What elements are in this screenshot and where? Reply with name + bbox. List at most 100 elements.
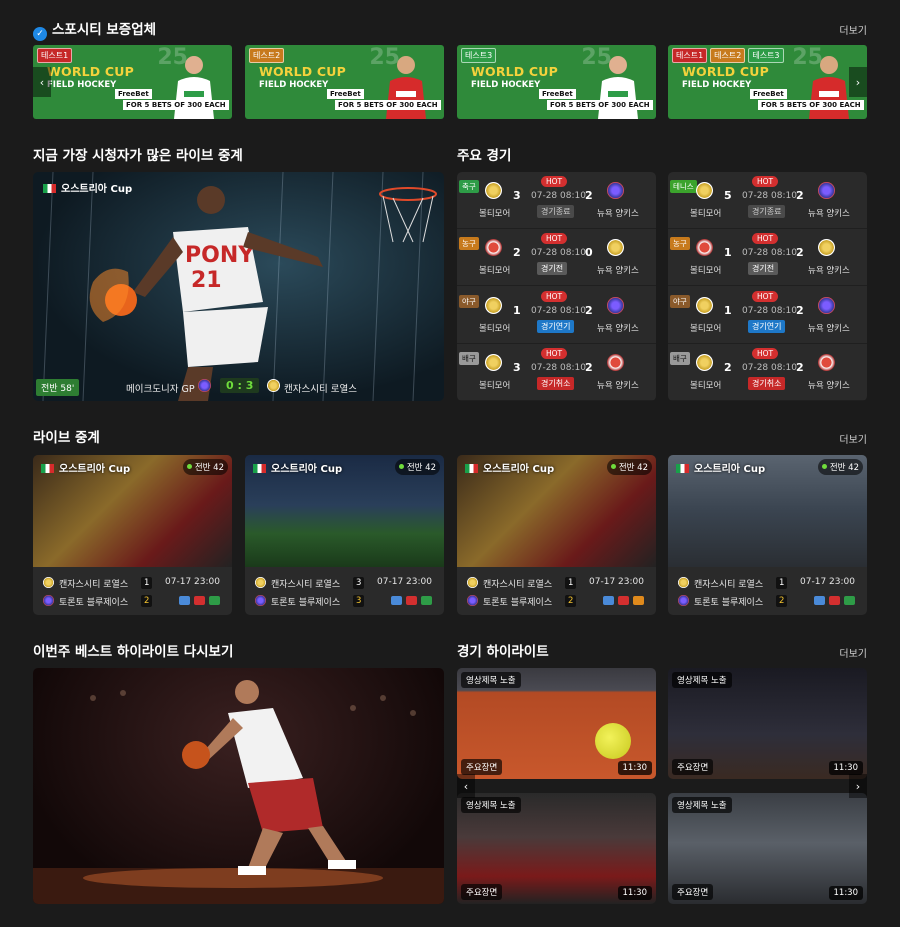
live-dot-icon — [186, 464, 192, 469]
away-team-logo-icon — [607, 296, 624, 314]
match-row[interactable]: 축구 3 HOT 07-28 08:10 경기종료 2 볼티모어 뉴욕 양키스 — [457, 172, 656, 229]
highlight-title-tag: 영상제목 노출 — [461, 672, 521, 688]
highlight-duration: 11:30 — [828, 886, 863, 900]
highlight-title-tag: 영상제목 노출 — [672, 797, 732, 813]
live-card[interactable]: 오스트리아 Cup 전반 42 캔자스시티 로열스 3 07-17 23:00 토론토 블… — [245, 455, 444, 615]
away-team-name: 뉴욕 양키스 — [808, 209, 850, 219]
sponsors-more-link[interactable]: 더보기 — [839, 22, 867, 37]
sponsor-banner[interactable]: 테스트1 테스트2 테스트3 WORLD CUP FIELD HOCKEY 25… — [668, 45, 867, 119]
match-row[interactable]: 농구 1 HOT 07-28 08:10 경기전 2 볼티모어 뉴욕 양키스 — [668, 229, 867, 287]
home-team-name: 볼티모어 — [479, 380, 511, 391]
team-logo-icon — [198, 379, 211, 392]
live-card[interactable]: 오스트리아 Cup 전반 42 캔자스시티 로열스 1 07-17 23:00 토론토 블… — [668, 455, 867, 615]
match-date: 07-28 08:10 — [742, 248, 797, 259]
home-team-name: 볼티모어 — [690, 209, 722, 219]
highlights-title: 경기 하이라이트 — [457, 644, 549, 660]
banner-freebet: FreeBet — [327, 89, 364, 99]
banner-sub: FIELD HOCKEY — [259, 80, 329, 90]
best-highlight-title: 이번주 베스트 하이라이트 다시보기 — [33, 644, 234, 660]
away-team-logo-icon — [607, 239, 624, 257]
highlights-more-link[interactable]: 더보기 — [839, 645, 867, 660]
prev-arrow-icon[interactable]: ‹ — [33, 67, 51, 97]
live-league: 오스트리아 Cup — [253, 460, 342, 475]
next-arrow-icon[interactable]: › — [849, 67, 867, 97]
next-arrow-icon[interactable]: › — [849, 774, 867, 798]
away-team-name: 토론토 블루제이스 — [483, 598, 553, 608]
sponsor-banner[interactable]: 테스트1 WORLD CUP FIELD HOCKEY 25 FreeBet F… — [33, 45, 232, 119]
highlight-card[interactable]: 영상제목 노출 주요장면 11:30 — [668, 668, 867, 779]
home-team-name: 볼티모어 — [479, 209, 511, 219]
banner-sub: FIELD HOCKEY — [682, 80, 752, 90]
live-time: 07-17 23:00 — [377, 577, 432, 587]
featured-league: 오스트리아 Cup — [43, 180, 132, 195]
match-status: 경기취소 — [537, 376, 575, 390]
jersey-icon — [814, 596, 825, 605]
home-team-logo-icon — [678, 577, 689, 588]
match-row[interactable]: 농구 2 HOT 07-28 08:10 경기전 0 볼티모어 뉴욕 양키스 — [457, 229, 656, 287]
match-row[interactable]: 야구 1 HOT 07-28 08:10 경기연기 2 볼티모어 뉴욕 양키스 — [668, 287, 867, 344]
banner-sub: FIELD HOCKEY — [47, 80, 117, 90]
home-team-name: 볼티모어 — [690, 323, 722, 334]
live-more-link[interactable]: 더보기 — [839, 431, 867, 446]
match-date: 07-28 08:10 — [742, 362, 797, 373]
home-team-logo-icon — [696, 182, 713, 199]
home-team-logo-icon — [696, 239, 713, 257]
away-score: 3 — [353, 595, 365, 607]
away-team-name: 토론토 블루제이스 — [271, 598, 341, 608]
hot-badge: HOT — [752, 290, 779, 302]
home-score: 3 — [353, 577, 365, 589]
hot-badge: HOT — [752, 347, 779, 359]
match-status: 경기전 — [537, 262, 568, 276]
home-team-name: 캔자스시티 로열스 — [271, 580, 341, 590]
highlight-duration: 11:30 — [617, 761, 652, 775]
home-team-logo-icon — [43, 577, 54, 588]
live-time: 07-17 23:00 — [800, 577, 855, 587]
league-name: 오스트리아 Cup — [59, 464, 131, 475]
italy-flag-icon — [253, 464, 266, 473]
home-team-name: 볼티모어 — [690, 266, 722, 277]
home-team-logo-icon — [696, 353, 713, 371]
banner-tag: 테스트2 — [710, 48, 746, 63]
away-team-logo-icon — [818, 353, 835, 371]
home-score: 3 — [513, 189, 521, 202]
match-row[interactable]: 야구 1 HOT 07-28 08:10 경기연기 2 볼티모어 뉴욕 양키스 — [457, 287, 656, 344]
live-card[interactable]: 오스트리아 Cup 전반 42 캔자스시티 로열스 1 07-17 23:00 토론토 블… — [33, 455, 232, 615]
highlight-duration: 11:30 — [828, 761, 863, 775]
home-score: 1 — [565, 577, 577, 589]
highlight-card[interactable]: 영상제목 노출 주요장면 11:30 — [668, 793, 867, 904]
match-status: 경기연기 — [537, 319, 575, 333]
featured-live-card[interactable]: PONY 21 오스트리아 Cup 전반 58' 메이크도니자 GP 0 : 3… — [33, 172, 444, 401]
best-highlight-video[interactable] — [33, 668, 444, 904]
live-league: 오스트리아 Cup — [676, 460, 765, 475]
stats-icon — [421, 596, 432, 605]
home-team-logo-icon — [485, 353, 502, 371]
jersey-icon — [603, 596, 614, 605]
away-team-name: 뉴욕 양키스 — [808, 380, 850, 391]
match-status: 경기종료 — [748, 205, 786, 218]
play-icon — [618, 596, 629, 605]
match-date: 07-28 08:10 — [531, 248, 586, 259]
featured-score: 0 : 3 — [220, 378, 260, 393]
hot-badge: HOT — [541, 290, 568, 302]
period-text: 전반 42 — [194, 463, 224, 473]
match-row[interactable]: 배구 3 HOT 07-28 08:10 경기취소 2 볼티모어 뉴욕 양키스 — [457, 344, 656, 401]
play-icon — [406, 596, 417, 605]
live-dot-icon — [398, 464, 404, 469]
banner-headline: WORLD CUP — [471, 64, 559, 79]
match-row[interactable]: 테니스 5 HOT 07-28 08:10 경기종료 2 볼티모어 뉴욕 양키스 — [668, 172, 867, 229]
away-team-logo-icon — [607, 182, 624, 199]
home-team-name: 캔자스시티 로열스 — [483, 580, 553, 590]
match-status: 경기취소 — [748, 376, 786, 390]
sport-badge: 농구 — [670, 237, 690, 251]
sponsor-banner[interactable]: 테스트3 WORLD CUP FIELD HOCKEY 25 FreeBet F… — [457, 45, 656, 119]
featured-home-team: 메이크도니자 GP — [126, 384, 195, 395]
live-card[interactable]: 오스트리아 Cup 전반 42 캔자스시티 로열스 1 07-17 23:00 토론토 블… — [457, 455, 656, 615]
prev-arrow-icon[interactable]: ‹ — [457, 774, 475, 798]
highlight-card[interactable]: 영상제목 노출 주요장면 11:30 — [457, 793, 656, 904]
highlight-card[interactable]: 영상제목 노출 주요장면 11:30 — [457, 668, 656, 779]
away-team-name: 뉴욕 양키스 — [597, 380, 639, 391]
italy-flag-icon — [41, 464, 54, 473]
match-row[interactable]: 배구 2 HOT 07-28 08:10 경기취소 2 볼티모어 뉴욕 양키스 — [668, 344, 867, 401]
period-text: 전반 42 — [406, 463, 436, 473]
sponsor-banner[interactable]: 테스트2 WORLD CUP FIELD HOCKEY 25 FreeBet F… — [245, 45, 444, 119]
